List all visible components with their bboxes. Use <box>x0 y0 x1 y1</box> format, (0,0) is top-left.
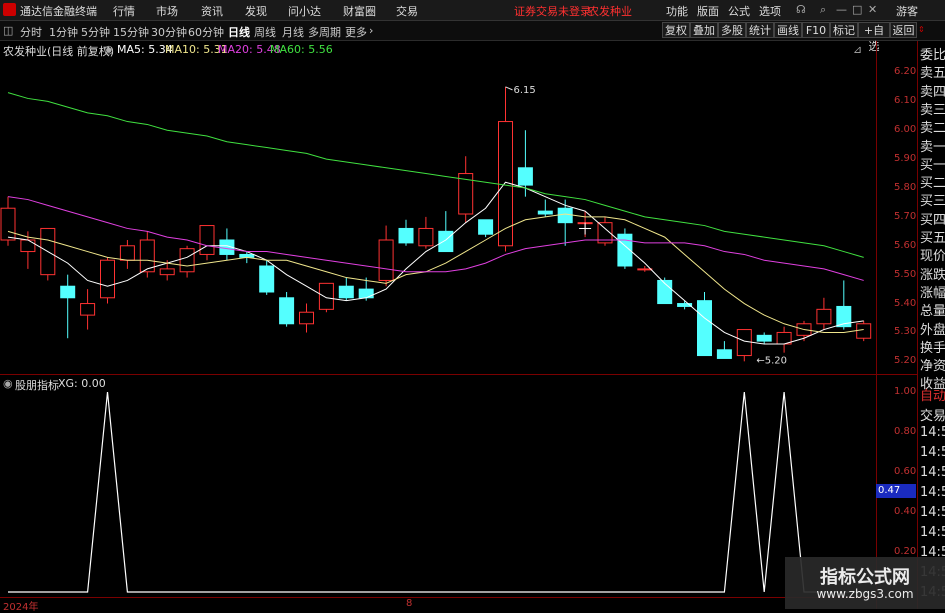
kline-chart[interactable]: 6.15 ←5.20 <box>0 0 917 609</box>
quote-field-10: 买五 <box>920 231 945 246</box>
candle[interactable] <box>80 303 96 316</box>
candle[interactable] <box>398 227 414 244</box>
trade-row-3[interactable]: 14:56 <box>920 445 945 460</box>
candle[interactable] <box>716 349 732 359</box>
ma-line-ma60 <box>7 92 864 258</box>
year-label: 2024年 <box>3 602 39 613</box>
quote-field-4: 卖二 <box>920 121 945 137</box>
candle[interactable] <box>537 210 553 215</box>
high-marker-arrow <box>505 86 513 91</box>
xg-value: XG: 0.00 <box>58 377 106 390</box>
candle[interactable] <box>259 265 275 293</box>
quote-field-15: 外盘 <box>920 322 945 338</box>
trade-row-1[interactable]: 交易 <box>920 405 945 424</box>
candle[interactable] <box>199 225 215 255</box>
trade-row-7[interactable]: 14:56 <box>920 525 945 540</box>
quote-field-3: 卖三 <box>920 102 945 118</box>
trade-row-2[interactable]: 14:56 <box>920 425 945 440</box>
low-price-marker: ←5.20 <box>756 355 787 366</box>
candle[interactable] <box>358 288 374 299</box>
candle[interactable] <box>697 300 712 357</box>
trade-row-5[interactable]: 14:56 <box>920 485 945 500</box>
quote-field-16: 换手 <box>920 340 945 356</box>
candle[interactable] <box>159 268 175 276</box>
ma-line-ma10 <box>7 213 864 333</box>
sub-settings-icon[interactable]: ◉ <box>3 377 13 390</box>
candle[interactable] <box>816 308 832 325</box>
xg-indicator-line <box>8 391 864 593</box>
quote-field-8: 买三 <box>920 194 945 210</box>
candle[interactable] <box>0 207 16 241</box>
pane-separator[interactable] <box>0 374 917 375</box>
quote-field-12: 涨跌 <box>920 267 945 283</box>
quote-field-5: 卖一 <box>920 139 945 155</box>
quote-field-1: 卖五 <box>920 66 945 82</box>
quote-field-0: 委比 <box>920 48 945 63</box>
candle[interactable] <box>418 227 434 247</box>
candle[interactable] <box>378 239 394 281</box>
candle[interactable] <box>517 167 533 186</box>
trade-row-4[interactable]: 14:56 <box>920 465 945 480</box>
quote-field-9: 买四 <box>920 212 945 228</box>
candle[interactable] <box>557 207 573 224</box>
candle[interactable] <box>338 285 354 299</box>
trade-row-0[interactable]: 自动 <box>920 385 945 404</box>
watermark: 指标公式网 www.zbgs3.com <box>785 557 945 609</box>
date-axis: 2024年 8 <box>0 597 876 613</box>
high-price-marker: 6.15 <box>514 85 536 96</box>
candle[interactable] <box>438 230 454 253</box>
candle[interactable] <box>856 323 872 339</box>
watermark-url: www.zbgs3.com <box>816 587 914 601</box>
candle[interactable] <box>179 248 195 273</box>
quote-field-2: 卖四 <box>920 84 945 100</box>
quote-panel: ⇕ 委比 卖五 卖四 卖三 卖二 卖一 买一 买二 买三 买四 买五 现价 涨跌 涨幅 总量 外盘 换手 净资 收益… <box>917 25 945 609</box>
candle[interactable] <box>299 311 314 325</box>
quote-field-11: 现价 <box>920 249 945 265</box>
candle[interactable] <box>478 219 494 235</box>
indicator-name[interactable]: 股朋指标 <box>15 377 59 393</box>
candle[interactable] <box>279 297 295 325</box>
ma-line-ma5 <box>7 181 864 345</box>
candle[interactable] <box>20 239 36 253</box>
quote-field-14: 总量 <box>920 304 945 320</box>
candle[interactable] <box>318 282 334 310</box>
quote-field-17: 净资 <box>920 359 945 375</box>
quote-field-6: 买一 <box>920 157 945 173</box>
candle[interactable] <box>756 334 772 342</box>
trade-row-6[interactable]: 14:56 <box>920 505 945 520</box>
candle[interactable] <box>60 285 76 299</box>
month-label: 8 <box>406 598 413 609</box>
quote-field-13: 涨幅 <box>920 285 945 301</box>
candle[interactable] <box>100 259 115 299</box>
cursor-value-box: 0.47 <box>876 484 916 498</box>
panel-collapse-icon[interactable]: ⇕ <box>918 25 925 34</box>
candle[interactable] <box>736 329 752 357</box>
crosshair-cursor <box>579 222 592 235</box>
candle[interactable] <box>119 245 135 261</box>
candle[interactable] <box>637 268 653 271</box>
watermark-title: 指标公式网 <box>820 567 910 588</box>
quote-field-7: 买二 <box>920 176 945 192</box>
